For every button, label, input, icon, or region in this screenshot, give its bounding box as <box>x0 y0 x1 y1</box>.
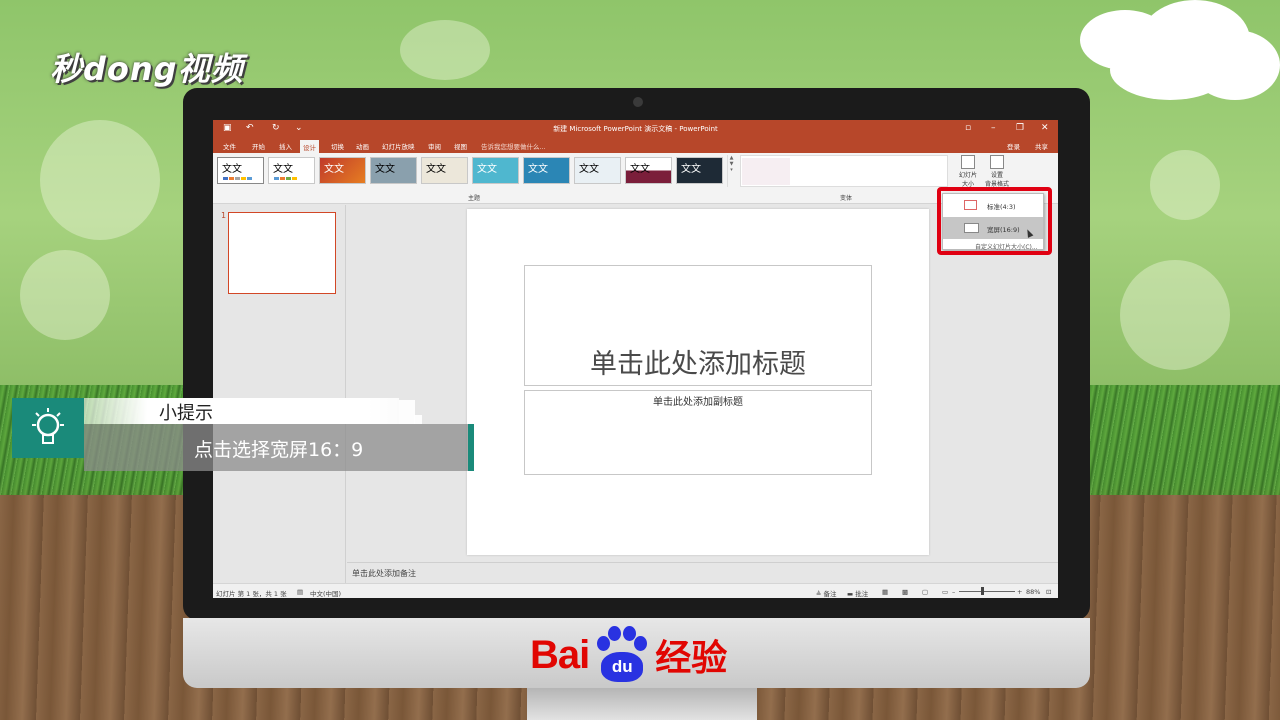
zoom-out-icon[interactable]: – <box>952 588 955 596</box>
baidu-bai-text: Bai <box>530 632 590 677</box>
tab-file[interactable]: 文件 <box>223 141 236 151</box>
tab-review[interactable]: 审阅 <box>428 141 441 151</box>
camera-icon <box>633 97 643 107</box>
design-ribbon: 文文 文文 文文 文文 文文 文文 文文 文文 文文 文文 ▲ ▼ ▾ 主题 变… <box>213 153 1058 204</box>
tell-me-box[interactable]: 告诉我您想要做什么... <box>481 141 546 151</box>
format-background-icon <box>990 155 1004 169</box>
notes-toggle[interactable]: ≜ 备注 <box>816 588 837 598</box>
tip-decoration-small <box>414 415 422 424</box>
theme-8[interactable]: 文文 <box>574 157 621 184</box>
tip-lightbulb-box <box>12 398 84 458</box>
close-icon[interactable]: ✕ <box>1041 123 1049 133</box>
language-status[interactable]: 中文(中国) <box>310 588 341 598</box>
theme-9[interactable]: 文文 <box>625 157 672 184</box>
status-bar: 幻灯片 第 1 张，共 1 张 ▤ 中文(中国) ≜ 备注 ▬ 批注 ▦ ▩ ▢… <box>213 583 1058 598</box>
slide-number: 1 <box>221 211 227 220</box>
title-bar: ▣ ↶ ↻ ⌄ 新建 Microsoft PowerPoint 演示文稿 - P… <box>213 120 1058 139</box>
format-background-button[interactable]: 设置 背景格式 <box>983 155 1011 188</box>
group-label-themes: 主题 <box>468 195 481 202</box>
spellcheck-icon[interactable]: ▤ <box>297 588 303 596</box>
tab-animations[interactable]: 动画 <box>356 141 369 151</box>
minimize-icon[interactable]: – <box>991 123 996 133</box>
zoom-slider-thumb[interactable] <box>981 587 984 595</box>
tab-slideshow[interactable]: 幻灯片放映 <box>382 141 415 151</box>
tab-insert[interactable]: 插入 <box>279 141 292 151</box>
zoom-in-icon[interactable]: + <box>1017 588 1022 596</box>
theme-gallery-scroll[interactable]: ▲ ▼ ▾ <box>727 155 735 187</box>
baidu-paw-icon: du <box>593 626 651 684</box>
slide-thumbnail-pane: 1 <box>213 205 346 583</box>
ribbon-display-icon[interactable]: ▫ <box>965 123 971 133</box>
notes-pane[interactable]: 单击此处添加备注 <box>347 562 1058 583</box>
share-button[interactable]: 共享 <box>1035 141 1048 151</box>
slide-count: 幻灯片 第 1 张，共 1 张 <box>216 590 287 598</box>
theme-3[interactable]: 文文 <box>319 157 366 184</box>
theme-4[interactable]: 文文 <box>370 157 417 184</box>
tip-decoration <box>399 400 415 424</box>
sign-in-link[interactable]: 登录 <box>1007 141 1020 151</box>
theme-office[interactable]: 文文 <box>217 157 264 184</box>
reading-view-icon[interactable]: ▢ <box>922 588 928 596</box>
slide-size-button[interactable]: 幻灯片大小 <box>957 155 979 188</box>
slide-canvas: 单击此处添加标题 单击此处添加副标题 <box>467 209 929 555</box>
normal-view-icon[interactable]: ▦ <box>882 588 888 596</box>
baidu-jingyan-logo: Bai du 经验 <box>530 625 727 685</box>
tab-home[interactable]: 开始 <box>252 141 265 151</box>
title-placeholder[interactable]: 单击此处添加标题 <box>524 265 872 386</box>
window-title: 新建 Microsoft PowerPoint 演示文稿 - PowerPoin… <box>553 125 718 133</box>
baidu-du-text: du <box>601 652 644 682</box>
fit-to-window-icon[interactable]: ⊡ <box>1046 588 1051 596</box>
powerpoint-window: ▣ ↶ ↻ ⌄ 新建 Microsoft PowerPoint 演示文稿 - P… <box>213 120 1058 598</box>
theme-7[interactable]: 文文 <box>523 157 570 184</box>
tab-view[interactable]: 视图 <box>454 141 467 151</box>
subtitle-placeholder[interactable]: 单击此处添加副标题 <box>524 390 872 475</box>
maximize-icon[interactable]: ❐ <box>1016 123 1024 133</box>
slide-thumbnail[interactable] <box>228 212 336 294</box>
monitor-stand <box>527 688 757 720</box>
lightbulb-icon <box>32 408 64 444</box>
tip-text: 点击选择宽屏16：9 <box>194 439 364 461</box>
tip-body: 点击选择宽屏16：9 <box>84 424 474 471</box>
tip-title: 小提示 <box>159 403 213 424</box>
slide-size-icon <box>961 155 975 169</box>
comments-toggle[interactable]: ▬ 批注 <box>847 588 868 598</box>
variants-gallery[interactable] <box>740 155 948 187</box>
grass-right <box>1090 385 1280 495</box>
watermark-logo: 秒dong视频 <box>50 50 244 88</box>
ribbon-tabs: 文件 开始 插入 设计 切换 动画 幻灯片放映 审阅 视图 告诉我您想要做什么.… <box>213 139 1058 153</box>
slide-sorter-icon[interactable]: ▩ <box>902 588 908 596</box>
tab-design[interactable]: 设计 <box>300 140 319 153</box>
highlight-box <box>937 187 1052 255</box>
tip-title-bar: 小提示 <box>84 398 399 424</box>
theme-6[interactable]: 文文 <box>472 157 519 184</box>
theme-5[interactable]: 文文 <box>421 157 468 184</box>
baidu-jingyan-text: 经验 <box>655 638 728 679</box>
theme-10[interactable]: 文文 <box>676 157 723 184</box>
group-label-variants: 变体 <box>840 195 853 202</box>
slideshow-icon[interactable]: ▭ <box>942 588 948 596</box>
tab-transitions[interactable]: 切换 <box>331 141 344 151</box>
zoom-slider[interactable] <box>959 591 1015 592</box>
zoom-level[interactable]: 88% <box>1026 588 1040 596</box>
theme-2[interactable]: 文文 <box>268 157 315 184</box>
